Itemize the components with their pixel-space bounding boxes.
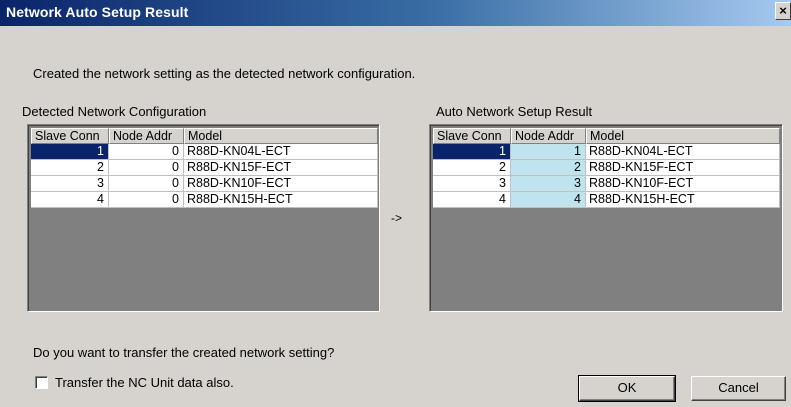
model-cell[interactable]: R88D-KN15H-ECT <box>184 192 378 208</box>
detected-config-label: Detected Network Configuration <box>22 104 207 119</box>
transfer-nc-unit-label[interactable]: Transfer the NC Unit data also. <box>55 375 234 390</box>
table-row[interactable]: 4 0 R88D-KN15H-ECT <box>31 192 378 208</box>
close-button[interactable]: × <box>775 2 791 20</box>
slave-conn-cell[interactable]: 4 <box>433 192 511 208</box>
model-cell[interactable]: R88D-KN10F-ECT <box>586 176 780 192</box>
detected-config-grid[interactable]: Slave Conn Node Addr Model 1 0 R88D-KN04… <box>27 124 380 312</box>
model-cell[interactable]: R88D-KN04L-ECT <box>586 144 780 160</box>
table-row[interactable]: 1 0 R88D-KN04L-ECT <box>31 144 378 160</box>
column-header-node-addr[interactable]: Node Addr <box>109 128 184 144</box>
slave-conn-cell[interactable]: 1 <box>31 144 109 160</box>
table-row[interactable]: 2 0 R88D-KN15F-ECT <box>31 160 378 176</box>
column-header-model[interactable]: Model <box>586 128 780 144</box>
dialog-title: Network Auto Setup Result <box>6 4 189 20</box>
model-cell[interactable]: R88D-KN15F-ECT <box>184 160 378 176</box>
node-addr-cell[interactable]: 1 <box>511 144 586 160</box>
column-header-node-addr[interactable]: Node Addr <box>511 128 586 144</box>
node-addr-cell[interactable]: 4 <box>511 192 586 208</box>
node-addr-cell[interactable]: 3 <box>511 176 586 192</box>
result-message: Created the network setting as the detec… <box>33 66 416 81</box>
column-header-slave-conn[interactable]: Slave Conn <box>31 128 109 144</box>
cancel-button[interactable]: Cancel <box>691 376 786 401</box>
arrow-indicator: -> <box>391 211 403 225</box>
table-row[interactable]: 3 3 R88D-KN10F-ECT <box>433 176 780 192</box>
network-auto-setup-dialog: Network Auto Setup Result × Created the … <box>0 0 791 407</box>
model-cell[interactable]: R88D-KN04L-ECT <box>184 144 378 160</box>
slave-conn-cell[interactable]: 2 <box>31 160 109 176</box>
node-addr-cell[interactable]: 0 <box>109 176 184 192</box>
node-addr-cell[interactable]: 2 <box>511 160 586 176</box>
node-addr-cell[interactable]: 0 <box>109 192 184 208</box>
transfer-nc-unit-checkbox[interactable] <box>35 376 48 389</box>
node-addr-cell[interactable]: 0 <box>109 160 184 176</box>
title-bar[interactable]: Network Auto Setup Result × <box>0 0 791 26</box>
slave-conn-cell[interactable]: 1 <box>433 144 511 160</box>
node-addr-cell[interactable]: 0 <box>109 144 184 160</box>
slave-conn-cell[interactable]: 2 <box>433 160 511 176</box>
auto-setup-result-label: Auto Network Setup Result <box>436 104 593 119</box>
table-row[interactable]: 1 1 R88D-KN04L-ECT <box>433 144 780 160</box>
auto-setup-result-grid[interactable]: Slave Conn Node Addr Model 1 1 R88D-KN04… <box>429 124 783 312</box>
table-row[interactable]: 2 2 R88D-KN15F-ECT <box>433 160 780 176</box>
table-row[interactable]: 3 0 R88D-KN10F-ECT <box>31 176 378 192</box>
grid-header: Slave Conn Node Addr Model <box>31 128 378 144</box>
slave-conn-cell[interactable]: 4 <box>31 192 109 208</box>
model-cell[interactable]: R88D-KN10F-ECT <box>184 176 378 192</box>
ok-button[interactable]: OK <box>578 375 676 402</box>
slave-conn-cell[interactable]: 3 <box>31 176 109 192</box>
model-cell[interactable]: R88D-KN15F-ECT <box>586 160 780 176</box>
transfer-question: Do you want to transfer the created netw… <box>33 345 335 360</box>
grid-header: Slave Conn Node Addr Model <box>433 128 780 144</box>
column-header-model[interactable]: Model <box>184 128 378 144</box>
model-cell[interactable]: R88D-KN15H-ECT <box>586 192 780 208</box>
table-row[interactable]: 4 4 R88D-KN15H-ECT <box>433 192 780 208</box>
slave-conn-cell[interactable]: 3 <box>433 176 511 192</box>
column-header-slave-conn[interactable]: Slave Conn <box>433 128 511 144</box>
